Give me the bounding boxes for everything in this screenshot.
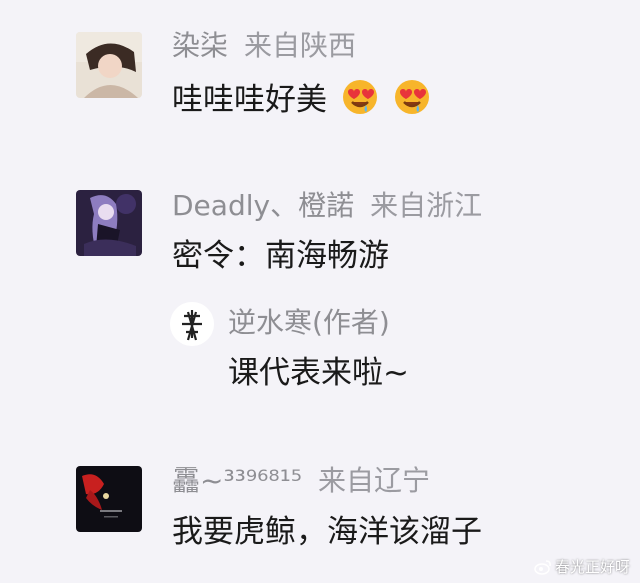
avatar[interactable] [76,190,142,256]
location-label: 来自辽宁 [318,464,431,497]
username[interactable]: Deadly、橙諾 [172,189,354,222]
reply-username[interactable]: 逆水寒(作者) [228,305,390,341]
comment-username-line: 靐~³³⁹⁶⁸¹⁵ 来自辽宁 [172,463,430,499]
avatar[interactable] [76,466,142,532]
comment-username-line: 染柒 来自陕西 [172,28,356,64]
weibo-logo-icon [534,559,552,575]
comment-text-line: 哇哇哇好美 [172,78,431,120]
comment-text: 我要虎鲸，海洋该溜子 [172,514,482,550]
heart-eyes-emoji [341,78,379,116]
watermark-text: 春光正好呀 [554,558,630,576]
comment-text: 哇哇哇好美 [172,82,327,118]
location-label: 来自浙江 [370,189,483,222]
location-label: 来自陕西 [244,29,357,62]
comment-username-line: Deadly、橙諾 来自浙江 [172,188,482,224]
reply-avatar[interactable] [170,302,214,346]
heart-eyes-emoji [393,78,431,116]
avatar[interactable] [76,32,142,98]
username[interactable]: 靐~³³⁹⁶⁸¹⁵ [172,464,302,497]
reply-text: 课代表来啦~ [228,355,409,391]
username[interactable]: 染柒 [172,29,228,62]
watermark: 春光正好呀 [534,556,630,577]
comment-text: 密令：南海畅游 [172,238,389,274]
